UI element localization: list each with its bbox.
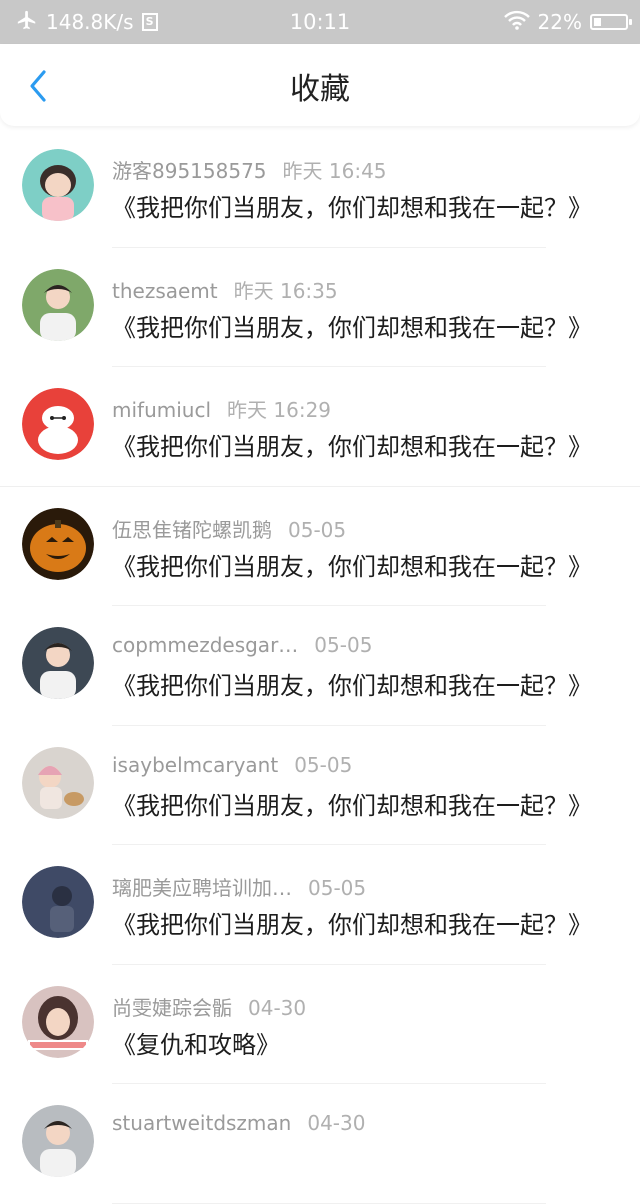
- favorite-list-item[interactable]: thezsaemt 昨天 16:35 《我把你们当朋友，你们却想和我在一起？》: [0, 248, 640, 367]
- author-name: isaybelmcaryant: [112, 752, 279, 777]
- author-name: copmmezdesgar…: [112, 633, 299, 657]
- status-right: 22%: [503, 0, 632, 44]
- item-meta: copmmezdesgar… 05-05: [112, 633, 372, 657]
- item-title[interactable]: 《我把你们当朋友，你们却想和我在一起？》: [112, 308, 592, 343]
- favorite-list-item[interactable]: mifumiucl 昨天 16:29 《我把你们当朋友，你们却想和我在一起？》: [0, 367, 640, 487]
- pumpkin-avatar[interactable]: [22, 507, 94, 580]
- favorite-list-item[interactable]: 尚雯婕踪会骺 04-30 《复仇和攻略》: [0, 965, 640, 1084]
- battery-percent: 22%: [537, 10, 582, 34]
- item-date: 昨天 16:29: [227, 398, 332, 422]
- item-meta: stuartweitdszman 04-30: [112, 1111, 365, 1135]
- s-badge-icon: S: [141, 13, 158, 31]
- page-title: 收藏: [290, 72, 350, 107]
- favorite-list-item[interactable]: 璃肥美应聘培训加… 05-05 《我把你们当朋友，你们却想和我在一起？》: [0, 845, 640, 965]
- author-name: thezsaemt: [112, 278, 218, 303]
- author-name: mifumiucl: [112, 398, 212, 422]
- girl-with-dog-avatar[interactable]: [22, 746, 94, 819]
- status-left: 148.8K/s S: [16, 0, 158, 44]
- status-bar: 148.8K/s S 10:11 22%: [0, 0, 640, 44]
- favorite-list-item[interactable]: 伍思隹锗陀螺凯鹅 05-05 《我把你们当朋友，你们却想和我在一起？》: [0, 487, 640, 606]
- author-name: 尚雯婕踪会骺: [112, 995, 232, 1020]
- man-portrait-avatar[interactable]: [22, 627, 94, 699]
- white-robot-avatar[interactable]: [22, 388, 94, 460]
- item-meta: 伍思隹锗陀螺凯鹅 05-05: [112, 514, 346, 543]
- chevron-left-icon: [30, 70, 46, 102]
- item-meta: 游客895158575 昨天 16:45: [112, 155, 387, 184]
- item-title[interactable]: 《我把你们当朋友，你们却想和我在一起？》: [112, 905, 592, 940]
- item-title[interactable]: 《我把你们当朋友，你们却想和我在一起？》: [112, 786, 592, 821]
- item-date: 04-30: [307, 1111, 366, 1135]
- item-title[interactable]: 《我把你们当朋友，你们却想和我在一起？》: [112, 188, 592, 223]
- item-title[interactable]: 《我把你们当朋友，你们却想和我在一起？》: [112, 666, 592, 701]
- wifi-icon: [503, 10, 530, 35]
- girl-portrait-avatar[interactable]: [22, 985, 94, 1058]
- item-date: 04-30: [248, 995, 307, 1020]
- favorite-list-item[interactable]: isaybelmcaryant 05-05 《我把你们当朋友，你们却想和我在一起？》: [0, 726, 640, 845]
- cartoon-girl-avatar[interactable]: [22, 149, 94, 221]
- item-date: 05-05: [314, 633, 373, 657]
- item-date: 05-05: [294, 752, 353, 777]
- item-title[interactable]: 《我把你们当朋友，你们却想和我在一起？》: [112, 427, 592, 462]
- battery-icon: [590, 14, 632, 30]
- item-meta: mifumiucl 昨天 16:29: [112, 394, 331, 423]
- item-meta: 璃肥美应聘培训加… 05-05: [112, 872, 366, 901]
- item-date: 05-05: [288, 517, 347, 542]
- young-man-avatar[interactable]: [22, 268, 94, 341]
- divider: [112, 1202, 546, 1204]
- item-date: 昨天 16:45: [282, 159, 387, 183]
- favorite-list-item[interactable]: stuartweitdszman 04-30: [0, 1084, 640, 1204]
- author-name: 璃肥美应聘培训加…: [112, 876, 292, 900]
- back-button[interactable]: [22, 70, 54, 102]
- author-name: stuartweitdszman: [112, 1111, 292, 1135]
- item-meta: thezsaemt 昨天 16:35: [112, 275, 338, 304]
- nav-bar: 收藏: [0, 44, 640, 126]
- item-meta: 尚雯婕踪会骺 04-30: [112, 992, 306, 1021]
- favorite-list-item[interactable]: copmmezdesgar… 05-05 《我把你们当朋友，你们却想和我在一起？》: [0, 606, 640, 726]
- airplane-icon: [16, 9, 38, 36]
- person-avatar[interactable]: [22, 1105, 94, 1177]
- author-name: 游客895158575: [112, 159, 267, 183]
- network-speed: 148.8K/s: [46, 10, 134, 34]
- battery-level: [594, 18, 601, 26]
- item-title[interactable]: 《我把你们当朋友，你们却想和我在一起？》: [112, 547, 592, 582]
- item-date: 05-05: [308, 876, 367, 900]
- night-figure-avatar[interactable]: [22, 866, 94, 938]
- author-name: 伍思隹锗陀螺凯鹅: [112, 517, 272, 542]
- item-date: 昨天 16:35: [233, 278, 338, 303]
- favorite-list-item[interactable]: 游客895158575 昨天 16:45 《我把你们当朋友，你们却想和我在一起？》: [0, 128, 640, 248]
- item-meta: isaybelmcaryant 05-05: [112, 753, 352, 777]
- favorites-list: 游客895158575 昨天 16:45 《我把你们当朋友，你们却想和我在一起？》 …: [0, 128, 640, 1204]
- item-title[interactable]: 《复仇和攻略》: [112, 1025, 280, 1060]
